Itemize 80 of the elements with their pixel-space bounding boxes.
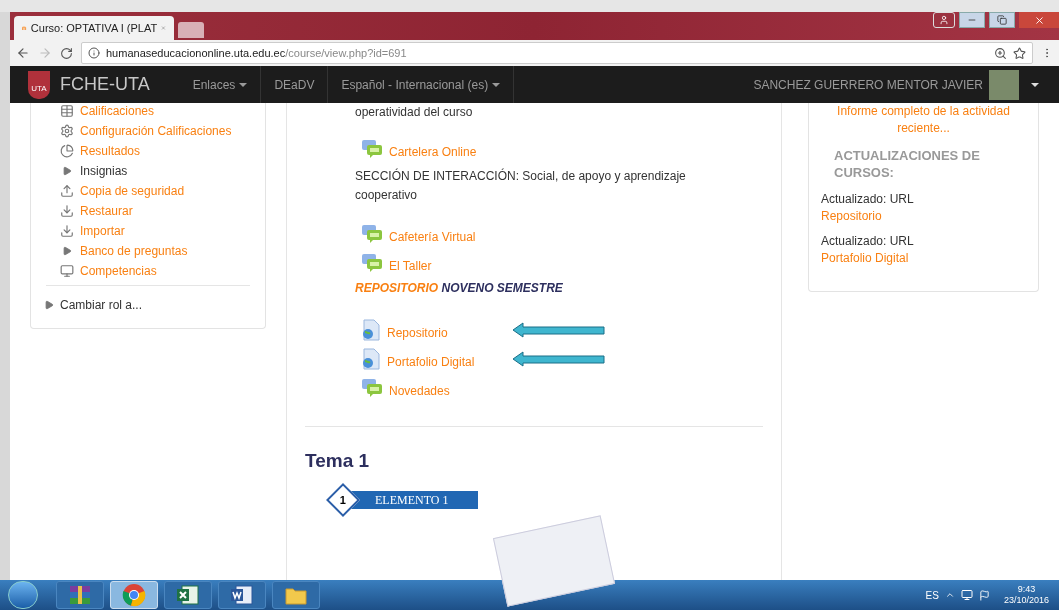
admin-link[interactable]: Configuración Calificaciones: [80, 122, 232, 140]
update-link[interactable]: Portafolio Digital: [821, 250, 1026, 267]
forum-icon: [361, 252, 383, 273]
dropdown-caret-icon: [1031, 83, 1039, 88]
admin-link[interactable]: Calificaciones: [80, 102, 155, 120]
settings-icon: [60, 124, 74, 138]
bookmark-star-icon[interactable]: [1013, 46, 1026, 60]
admin-menu-label[interactable]: Insignias: [80, 162, 128, 180]
back-icon[interactable]: [16, 46, 30, 60]
avatar-photo-placeholder[interactable]: [989, 69, 1019, 100]
zoom-icon[interactable]: [994, 46, 1007, 60]
forum-icon: [361, 377, 383, 398]
university-shield-logo: UTA: [28, 70, 50, 99]
admin-link[interactable]: Resultados: [80, 142, 141, 160]
taskbar-app-button[interactable]: [218, 581, 266, 609]
address-field[interactable]: humanaseducaciononline.uta.edu.ec/course/view.php?id=691: [81, 42, 1033, 64]
web-page-icon: [361, 347, 381, 370]
clock-date[interactable]: 23/10/2016: [1003, 595, 1049, 606]
section-heading: REPOSITORIO NOVENO SEMESTRE: [355, 280, 564, 297]
admin-link[interactable]: Copia de seguridad: [80, 182, 185, 200]
download-icon: [60, 204, 74, 218]
tab-title: Curso: OPTATIVA I (PLAT: [30, 20, 158, 36]
download-icon: [60, 224, 74, 238]
update-link[interactable]: Repositorio: [821, 208, 1026, 225]
document-app-icon[interactable]: [230, 584, 254, 606]
browser-app-icon[interactable]: [122, 583, 146, 607]
table-icon: [60, 104, 74, 118]
profile-button[interactable]: [933, 12, 955, 28]
updates-heading: ACTUALIZACIONES DE CURSOS:: [833, 147, 981, 181]
info-icon: [88, 47, 100, 59]
activity-link[interactable]: El Taller: [389, 256, 432, 275]
element-banner: ELEMENTO 1: [349, 490, 479, 509]
taskbar-app-button[interactable]: [56, 581, 104, 609]
forum-icon: [361, 138, 383, 159]
admin-link[interactable]: Importar: [80, 222, 125, 240]
activity-link[interactable]: Cafetería Virtual: [389, 227, 476, 246]
admin-link[interactable]: Competencias: [80, 262, 157, 280]
network-icon[interactable]: [960, 589, 973, 601]
taskbar-app-button[interactable]: [164, 581, 212, 609]
topic-title: Tema 1: [305, 449, 371, 473]
maximize-button[interactable]: [989, 12, 1015, 28]
user-name[interactable]: SANCHEZ GUERRERO MENTOR JAVIER: [753, 75, 983, 94]
expand-triangle-icon: [62, 166, 72, 176]
nav-menu-item[interactable]: Enlaces: [192, 75, 248, 94]
expand-triangle-icon: [44, 300, 54, 310]
activity-report-link[interactable]: Informe completo de la actividad reciente...: [821, 103, 1026, 137]
start-button[interactable]: [8, 581, 38, 609]
language-indicator[interactable]: ES: [925, 587, 939, 603]
activity-link[interactable]: Cartelera Online: [389, 142, 477, 161]
activity-link[interactable]: Repositorio: [387, 323, 448, 342]
admin-link[interactable]: Restaurar: [80, 202, 133, 220]
person-icon: [939, 15, 949, 25]
nav-menu-item[interactable]: Español - Internacional (es): [341, 75, 501, 94]
flag-icon[interactable]: [978, 589, 990, 601]
reload-icon[interactable]: [60, 46, 73, 60]
section-summary: SECCIÓN DE INTERACCIÓN: Social, de apoyo y aprendizaje cooperativo: [355, 167, 687, 204]
upload-icon: [60, 184, 74, 198]
activity-link[interactable]: Portafolio Digital: [387, 352, 475, 371]
restore-icon: [997, 15, 1007, 25]
admin-menu-label[interactable]: Cambiar rol a...: [60, 296, 143, 314]
site-brand[interactable]: FCHE-UTA: [60, 71, 150, 98]
browser-tab[interactable]: Curso: OPTATIVA I (PLAT: [14, 16, 174, 40]
tray-expand-icon[interactable]: [944, 590, 955, 600]
web-page-icon: [361, 318, 381, 341]
activity-link[interactable]: Novedades: [389, 381, 450, 400]
close-icon: [1033, 14, 1045, 26]
section-summary: operatividad del curso: [355, 104, 474, 121]
spreadsheet-app-icon[interactable]: [176, 584, 200, 606]
archive-app-icon[interactable]: [68, 584, 92, 606]
update-label: Actualizado: URL: [821, 233, 915, 250]
clock-time[interactable]: 9:43: [1017, 584, 1036, 595]
admin-link[interactable]: Banco de preguntas: [80, 242, 188, 260]
site-favicon-icon: [22, 23, 27, 33]
nav-menu-item[interactable]: DEaDV: [274, 75, 315, 94]
forum-icon: [361, 223, 383, 244]
url-text: humanaseducaciononline.uta.edu.ec/course/view.php?id=691: [106, 45, 407, 61]
update-label: Actualizado: URL: [821, 191, 915, 208]
pie-chart-icon: [60, 144, 74, 158]
expand-triangle-icon: [62, 246, 72, 256]
taskbar-app-button[interactable]: [272, 581, 320, 609]
